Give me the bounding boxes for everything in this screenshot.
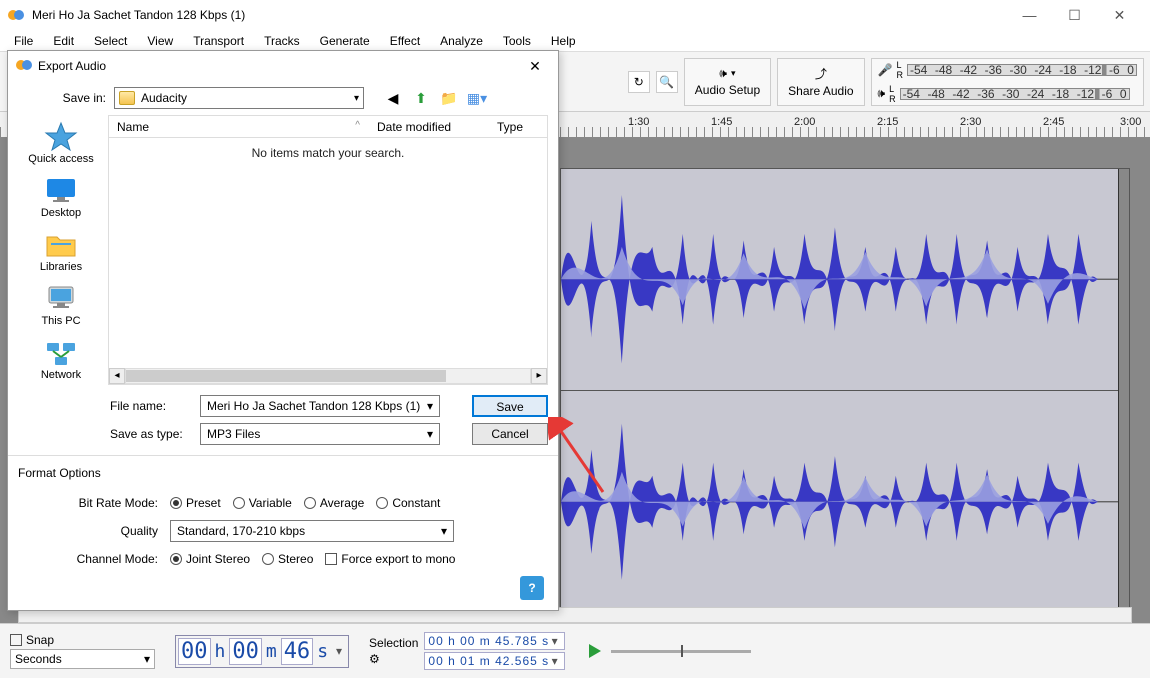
- menu-edit[interactable]: Edit: [43, 32, 84, 50]
- place-libraries[interactable]: Libraries: [21, 229, 101, 273]
- place-this-pc[interactable]: This PC: [21, 283, 101, 327]
- dialog-close-button[interactable]: ✕: [520, 58, 550, 75]
- file-list-hscroll[interactable]: ◂▸: [109, 368, 547, 384]
- minimize-button[interactable]: —: [1007, 0, 1052, 30]
- dialog-title: Export Audio: [32, 59, 520, 73]
- audio-setup-group[interactable]: 🕪 ▾ Audio Setup: [684, 58, 771, 106]
- menu-file[interactable]: File: [4, 32, 43, 50]
- selection-start[interactable]: 00 h 00 m 45.785 s▾: [424, 632, 565, 650]
- audio-setup-label: Audio Setup: [695, 83, 760, 97]
- meter-lr-label-2: LR: [889, 84, 896, 104]
- menu-view[interactable]: View: [137, 32, 183, 50]
- column-name[interactable]: Name: [109, 120, 369, 134]
- selection-label: Selection: [369, 636, 418, 650]
- menu-select[interactable]: Select: [84, 32, 137, 50]
- new-folder-icon[interactable]: 📁: [438, 87, 460, 109]
- title-bar: Meri Ho Ja Sachet Tandon 128 Kbps (1) — …: [0, 0, 1150, 30]
- menu-transport[interactable]: Transport: [183, 32, 254, 50]
- view-menu-icon[interactable]: ▦▾: [466, 87, 488, 109]
- loop-button[interactable]: ↻: [628, 71, 650, 93]
- file-browser[interactable]: Name Date modified Type No items match y…: [108, 115, 548, 385]
- share-audio-group[interactable]: ⤴ Share Audio: [777, 58, 864, 106]
- play-at-speed-button[interactable]: [585, 641, 605, 661]
- empty-message: No items match your search.: [109, 138, 547, 160]
- save-button[interactable]: Save: [472, 395, 548, 417]
- quality-label: Quality: [68, 524, 158, 538]
- speaker-icon: 🕪: [719, 66, 727, 81]
- bottom-bar: Snap Seconds▾ 00h 00m 46s ▾ Selection ⚙ …: [0, 623, 1150, 678]
- menu-generate[interactable]: Generate: [310, 32, 380, 50]
- speaker-meter-icon[interactable]: 🕪: [878, 86, 886, 101]
- close-button[interactable]: ✕: [1097, 0, 1142, 30]
- selection-end[interactable]: 00 h 01 m 42.565 s▾: [424, 652, 565, 670]
- window-title: Meri Ho Ja Sachet Tandon 128 Kbps (1): [32, 8, 1007, 22]
- menu-effect[interactable]: Effect: [380, 32, 430, 50]
- place-desktop[interactable]: Desktop: [21, 175, 101, 219]
- audio-track[interactable]: [560, 168, 1130, 613]
- up-folder-icon[interactable]: ⬆: [410, 87, 432, 109]
- app-logo-icon: [8, 7, 24, 23]
- column-date[interactable]: Date modified: [369, 120, 489, 134]
- bitrate-constant-radio[interactable]: Constant: [376, 496, 440, 510]
- column-type[interactable]: Type: [489, 120, 547, 134]
- snap-unit-select[interactable]: Seconds▾: [10, 649, 155, 669]
- main-timecode[interactable]: 00h 00m 46s ▾: [175, 635, 349, 668]
- folder-icon: [119, 91, 135, 105]
- menu-bar: File Edit Select View Transport Tracks G…: [0, 30, 1150, 52]
- cancel-button[interactable]: Cancel: [472, 423, 548, 445]
- menu-tracks[interactable]: Tracks: [254, 32, 310, 50]
- save-as-type-select[interactable]: MP3 Files▾: [200, 423, 440, 445]
- bitrate-preset-radio[interactable]: Preset: [170, 496, 221, 510]
- back-icon[interactable]: ◀: [382, 87, 404, 109]
- meters: 🎤 LR -54-48-42-36-30-24-18-12-60 🕪 LR -5…: [871, 58, 1144, 106]
- mic-icon[interactable]: 🎤: [878, 63, 893, 77]
- save-in-select[interactable]: Audacity ▾: [114, 87, 364, 109]
- share-audio-label: Share Audio: [788, 84, 853, 98]
- record-meter[interactable]: -54-48-42-36-30-24-18-12-60: [907, 64, 1137, 76]
- maximize-button[interactable]: ☐: [1052, 0, 1097, 30]
- meter-lr-label: LR: [897, 60, 904, 80]
- snap-label: Snap: [26, 633, 54, 647]
- bitrate-variable-radio[interactable]: Variable: [233, 496, 292, 510]
- snap-checkbox[interactable]: [10, 634, 22, 646]
- menu-analyze[interactable]: Analyze: [430, 32, 493, 50]
- channel-stereo-radio[interactable]: Stereo: [262, 552, 313, 566]
- save-in-label: Save in:: [58, 91, 106, 105]
- settings-icon[interactable]: ⚙: [369, 652, 418, 666]
- save-as-type-label: Save as type:: [110, 427, 190, 441]
- quality-select[interactable]: Standard, 170-210 kbps▾: [170, 520, 454, 542]
- bitrate-average-radio[interactable]: Average: [304, 496, 364, 510]
- dialog-logo-icon: [16, 57, 32, 76]
- place-network[interactable]: Network: [21, 337, 101, 381]
- channel-joint-radio[interactable]: Joint Stereo: [170, 552, 250, 566]
- file-name-label: File name:: [110, 399, 190, 413]
- force-mono-checkbox[interactable]: Force export to mono: [325, 552, 455, 566]
- help-button[interactable]: ?: [520, 576, 544, 600]
- menu-tools[interactable]: Tools: [493, 32, 541, 50]
- chevron-down-icon: ▾: [731, 68, 736, 79]
- export-dialog: Export Audio ✕ Save in: Audacity ▾ ◀ ⬆ 📁…: [7, 50, 559, 611]
- playback-meter[interactable]: -54-48-42-36-30-24-18-12-60: [900, 88, 1130, 100]
- places-sidebar: Quick access Desktop Libraries This PC N…: [18, 115, 104, 385]
- upload-icon: ⤴: [815, 65, 827, 82]
- place-quick-access[interactable]: Quick access: [21, 121, 101, 165]
- file-name-input[interactable]: Meri Ho Ja Sachet Tandon 128 Kbps (1)▾: [200, 395, 440, 417]
- zoom-button[interactable]: 🔍: [656, 71, 678, 93]
- playback-speed-slider[interactable]: [611, 650, 751, 653]
- menu-help[interactable]: Help: [541, 32, 586, 50]
- channel-mode-label: Channel Mode:: [68, 552, 158, 566]
- bitrate-mode-label: Bit Rate Mode:: [68, 496, 158, 510]
- format-options-header: Format Options: [18, 466, 548, 480]
